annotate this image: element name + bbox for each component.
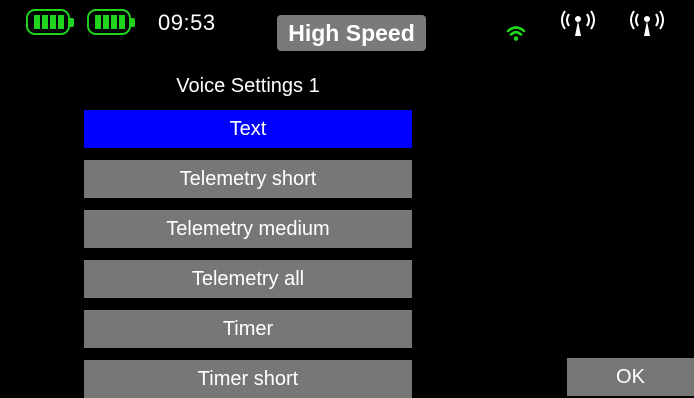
menu-item-timer[interactable]: Timer (84, 310, 412, 348)
battery-icon (26, 9, 74, 35)
wifi-icon (506, 26, 526, 41)
antenna-icon (630, 10, 664, 36)
menu-item-telemetry-medium[interactable]: Telemetry medium (84, 210, 412, 248)
menu-item-telemetry-short[interactable]: Telemetry short (84, 160, 412, 198)
battery-icon (87, 9, 135, 35)
screen: 09:53 High Speed Voice Settings 1 Text T… (0, 0, 694, 398)
ok-button[interactable]: OK (567, 358, 694, 396)
antenna-icon (561, 10, 595, 36)
menu-title: Voice Settings 1 (176, 75, 320, 97)
clock: 09:53 (158, 10, 216, 35)
menu-item-timer-short[interactable]: Timer short (84, 360, 412, 398)
mode-badge: High Speed (277, 15, 426, 51)
menu-item-text[interactable]: Text (84, 110, 412, 148)
menu-item-telemetry-all[interactable]: Telemetry all (84, 260, 412, 298)
